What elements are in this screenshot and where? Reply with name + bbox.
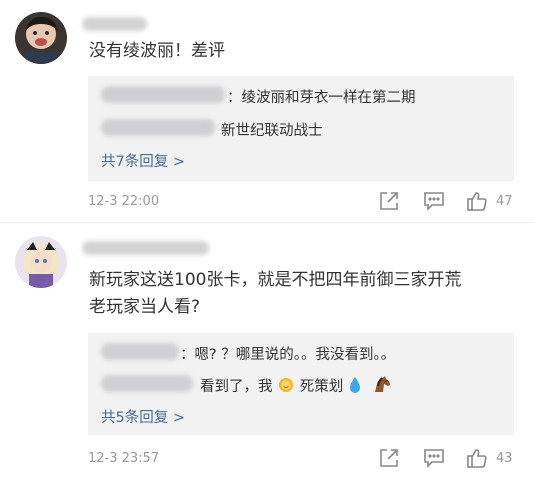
timestamp: 12-3 22:00 — [88, 194, 160, 209]
reply-text: ：嗯? ？哪里说的。。我没看到。。 — [180, 347, 396, 363]
username[interactable] — [82, 17, 147, 31]
comment-icon[interactable] — [423, 448, 445, 472]
reply-box[interactable]: ：绫波丽和芽衣一样在第二期 新世纪联动战士 共7条回复 > — [88, 76, 514, 181]
comment-divider — [0, 222, 533, 223]
horse-emoji-icon — [372, 376, 392, 398]
reply-username[interactable] — [101, 375, 193, 392]
timestamp: 12-3 23:57 — [88, 451, 160, 466]
avatar[interactable] — [15, 12, 67, 64]
reply-text-part: 死策划 — [299, 379, 344, 395]
comment-text: 没有绫波丽！差评 — [89, 41, 225, 61]
reply-username[interactable] — [101, 119, 215, 136]
more-replies-link[interactable]: 共7条回复 > — [101, 150, 185, 171]
reply-text: 新世纪联动战士 — [221, 123, 323, 139]
username[interactable] — [82, 241, 209, 255]
sun-emoji-icon — [277, 376, 295, 398]
like-count: 47 — [496, 194, 513, 209]
avatar[interactable] — [15, 236, 67, 288]
comment-text-line1: 新玩家这送100张卡，就是不把四年前御三家开荒 — [89, 270, 462, 290]
reply-box[interactable]: ：嗯? ？哪里说的。。我没看到。。 看到了，我 死策划 共5条回复 > — [88, 333, 514, 435]
reply-text-part: 看到了，我 — [200, 379, 273, 395]
share-icon[interactable] — [378, 447, 400, 473]
reply-username[interactable] — [101, 343, 179, 360]
share-icon[interactable] — [378, 190, 400, 216]
reply-text: ：绫波丽和芽衣一样在第二期 — [227, 90, 416, 106]
thumbs-up-icon[interactable] — [466, 190, 488, 216]
thumbs-up-icon[interactable] — [466, 447, 488, 473]
reply-text: 看到了，我 死策划 — [200, 375, 392, 398]
like-count: 43 — [496, 451, 513, 466]
more-replies-link[interactable]: 共5条回复 > — [101, 406, 185, 427]
reply-username[interactable] — [101, 86, 225, 103]
water-drop-emoji-icon — [348, 376, 362, 398]
comment-text-line2: 老玩家当人看? — [89, 297, 201, 317]
comment-icon[interactable] — [423, 191, 445, 215]
